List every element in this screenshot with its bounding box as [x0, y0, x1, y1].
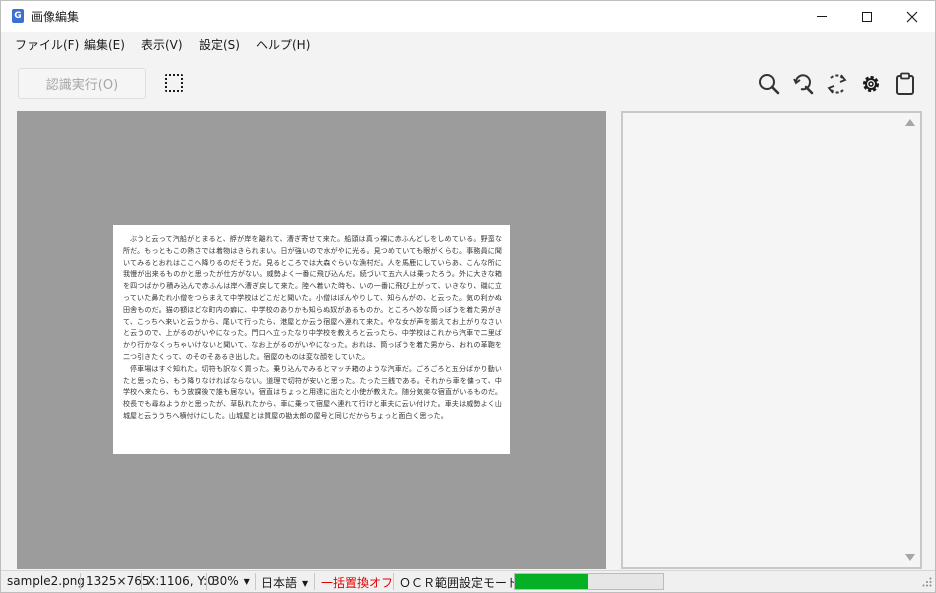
area-select-icon[interactable] — [165, 74, 183, 92]
main-window: G 画像編集 ファイル(F) 編集(E) 表示(V) 設定(S) ヘルプ(H) … — [0, 0, 936, 593]
menu-bar: ファイル(F) 編集(E) 表示(V) 設定(S) ヘルプ(H) — [1, 32, 935, 56]
document-paragraph: 停車場はすぐ知れた。切符も訳なく買った。乗り込んでみるとマッチ箱のような汽車だ。… — [123, 364, 502, 420]
zoom-dropdown[interactable]: 30% ▼ — [212, 574, 250, 588]
progress-fill — [515, 574, 588, 589]
zoom-out-icon[interactable] — [792, 72, 814, 96]
ocr-result-panel[interactable] — [621, 111, 922, 569]
document-image: ぶうと云って汽船がとまると、艀が岸を離れて、漕ぎ寄せて来た。船頭は真っ裸に赤ふん… — [113, 225, 510, 454]
status-divider — [314, 573, 315, 590]
window-title: 画像編集 — [31, 10, 80, 24]
status-bar: sample2.png 1325×765 X:1106, Y:0 30% ▼ 日本… — [1, 570, 935, 592]
menu-help[interactable]: ヘルプ(H) — [256, 36, 310, 53]
close-button[interactable] — [889, 1, 935, 32]
maximize-icon — [862, 11, 872, 22]
settings-icon[interactable] — [860, 72, 882, 96]
status-divider — [80, 573, 81, 590]
maximize-button[interactable] — [844, 1, 890, 32]
zoom-value: 30% — [212, 574, 239, 588]
document-paragraph: ぶうと云って汽船がとまると、艀が岸を離れて、漕ぎ寄せて来た。船頭は真っ裸に赤ふん… — [123, 235, 502, 361]
app-icon: G — [12, 9, 24, 23]
menu-settings[interactable]: 設定(S) — [199, 36, 240, 53]
status-divider — [141, 573, 142, 590]
resize-grip-icon[interactable] — [922, 577, 932, 587]
chevron-down-icon: ▼ — [302, 579, 309, 588]
status-divider — [255, 573, 256, 590]
zoom-in-icon[interactable] — [758, 72, 780, 96]
minimize-button[interactable] — [799, 1, 845, 32]
minimize-icon — [817, 16, 827, 17]
menu-edit[interactable]: 編集(E) — [84, 36, 125, 53]
language-value: 日本語 — [261, 576, 298, 590]
mode-indicator: ＯＣＲ範囲設定モード — [399, 576, 520, 590]
close-icon — [906, 11, 918, 22]
scroll-down-arrow-icon[interactable] — [905, 554, 915, 561]
status-filename: sample2.png — [7, 574, 85, 588]
progress-bar — [514, 573, 664, 590]
menu-file[interactable]: ファイル(F) — [15, 36, 79, 53]
language-dropdown[interactable]: 日本語 ▼ — [261, 574, 308, 591]
status-divider — [206, 573, 207, 590]
clipboard-icon[interactable] — [894, 72, 916, 96]
menu-view[interactable]: 表示(V) — [141, 36, 183, 53]
recognize-button[interactable]: 認識実行(O) — [18, 68, 146, 99]
rotate-icon[interactable] — [826, 72, 848, 96]
status-dimensions: 1325×765 — [86, 574, 150, 588]
scroll-up-arrow-icon[interactable] — [905, 119, 915, 126]
chevron-down-icon: ▼ — [243, 577, 250, 586]
status-divider — [393, 573, 394, 590]
status-coordinates: X:1106, Y:0 — [147, 574, 215, 588]
image-canvas[interactable]: ぶうと云って汽船がとまると、艀が岸を離れて、漕ぎ寄せて来た。船頭は真っ裸に赤ふん… — [17, 111, 606, 569]
replace-toggle[interactable]: 一括置換オフ — [321, 574, 393, 591]
title-bar: G 画像編集 — [1, 1, 935, 32]
